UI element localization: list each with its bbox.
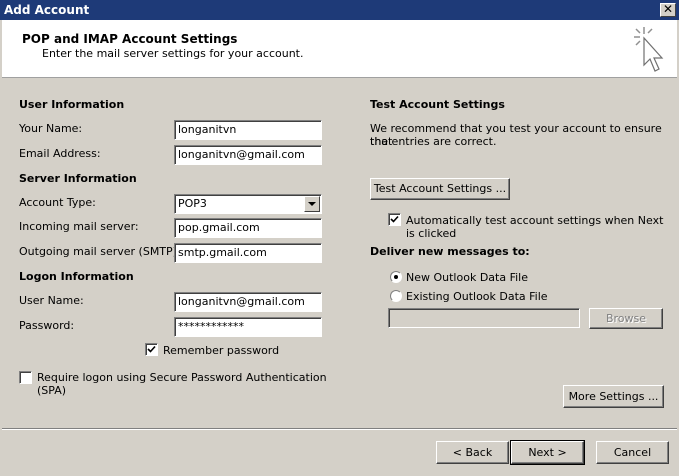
test-settings-heading: Test Account Settings [370,98,505,111]
close-button[interactable]: ✕ [660,3,676,17]
user-name-label: User Name: [19,294,84,307]
logon-info-heading: Logon Information [19,270,134,283]
email-address-input[interactable]: longanitvn@gmail.com [174,145,322,165]
password-label: Password: [19,319,75,332]
more-settings-button[interactable]: More Settings ... [563,385,664,408]
close-icon: ✕ [662,2,674,16]
back-label: < Back [452,446,493,459]
test-account-settings-button[interactable]: Test Account Settings ... [370,178,510,200]
browse-button[interactable]: Browse [589,308,663,329]
existing-data-file-label[interactable]: Existing Outlook Data File [406,290,548,303]
remember-password-checkbox[interactable] [145,343,158,356]
user-info-heading: User Information [19,98,125,111]
test-account-settings-label: Test Account Settings ... [373,182,507,195]
spa-label-line1[interactable]: Require logon using Secure Password Auth… [37,371,327,384]
chevron-down-icon [308,202,316,206]
remember-password-label[interactable]: Remember password [163,344,279,357]
checkmark-icon [147,345,156,353]
next-button[interactable]: Next > [510,440,585,465]
server-info-heading: Server Information [19,172,137,185]
cursor-click-icon [634,27,664,72]
email-address-label: Email Address: [19,147,101,160]
spa-checkbox[interactable] [19,371,32,384]
account-type-select[interactable]: POP3 [174,194,322,214]
your-name-label: Your Name: [19,122,83,135]
password-input[interactable]: ************ [174,317,322,337]
test-settings-desc-line2: the entries are correct. [370,135,497,148]
auto-test-label-line1[interactable]: Automatically test account settings when… [406,214,663,227]
incoming-server-input[interactable]: pop.gmail.com [174,218,322,238]
checkmark-icon [390,215,399,223]
auto-test-label-line2[interactable]: is clicked [406,227,456,240]
window-title: Add Account [4,3,90,17]
account-type-label: Account Type: [19,196,96,209]
spa-label-line2[interactable]: (SPA) [37,384,66,397]
outgoing-server-label: Outgoing mail server (SMTP): [19,245,181,258]
new-data-file-label[interactable]: New Outlook Data File [406,271,528,284]
existing-data-file-radio[interactable] [390,290,402,302]
new-data-file-radio[interactable] [390,271,402,283]
page-subtitle: Enter the mail server settings for your … [42,47,304,60]
browse-label: Browse [605,312,647,325]
footer-divider [2,428,677,430]
cancel-label: Cancel [613,446,652,459]
incoming-server-label: Incoming mail server: [19,220,139,233]
existing-data-file-path[interactable] [388,308,580,328]
radio-selected-dot [394,275,398,279]
back-button[interactable]: < Back [436,441,509,464]
account-type-value: POP3 [178,197,207,210]
next-label: Next > [528,446,567,459]
auto-test-checkbox[interactable] [388,213,401,226]
window-title-bar: Add Account [0,0,679,20]
cancel-button[interactable]: Cancel [596,441,669,464]
more-settings-label: More Settings ... [568,390,659,403]
page-title: POP and IMAP Account Settings [22,32,238,46]
your-name-input[interactable]: longanitvn [174,120,322,140]
deliver-messages-heading: Deliver new messages to: [370,245,530,258]
user-name-input[interactable]: longanitvn@gmail.com [174,292,322,312]
dropdown-button[interactable] [304,196,320,212]
outgoing-server-input[interactable]: smtp.gmail.com [174,243,322,263]
